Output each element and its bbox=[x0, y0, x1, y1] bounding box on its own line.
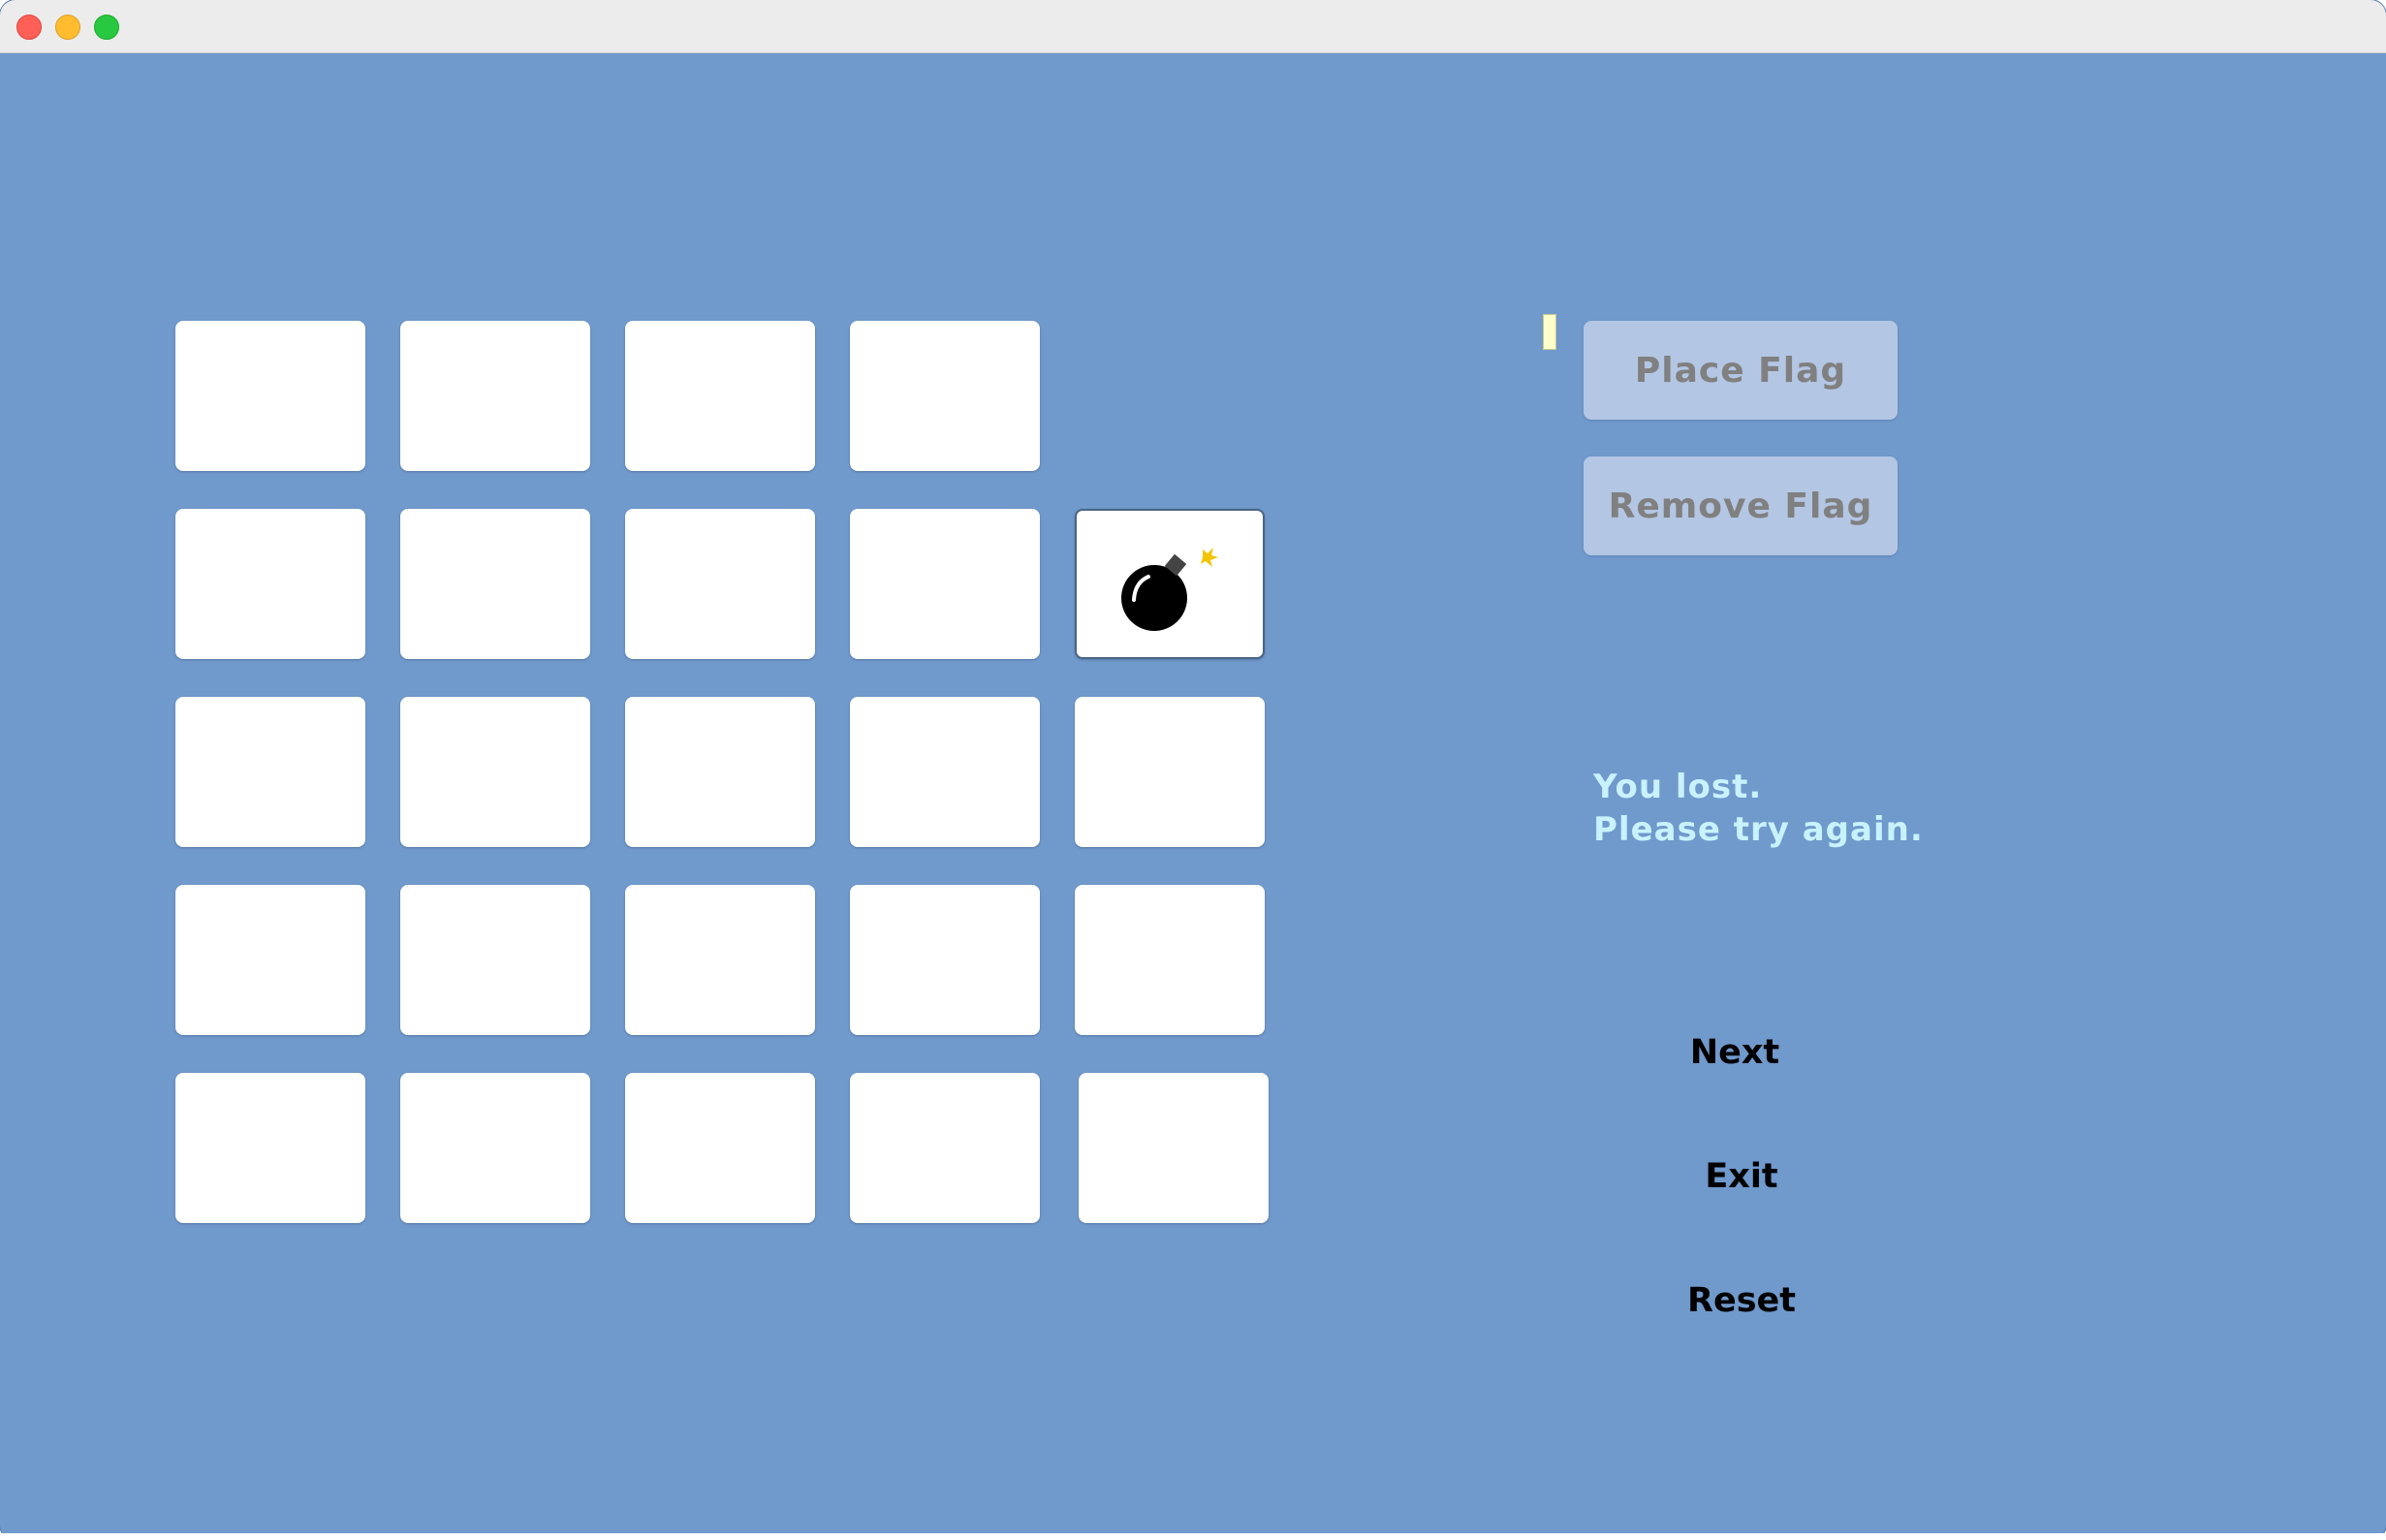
mine-cell[interactable] bbox=[175, 1073, 365, 1223]
mine-cell[interactable] bbox=[175, 697, 365, 847]
status-line-2: Please try again. bbox=[1593, 810, 1924, 849]
game-status-message: You lost. Please try again. bbox=[1593, 766, 1924, 851]
mine-cell[interactable] bbox=[400, 697, 590, 847]
mine-cell[interactable] bbox=[1075, 885, 1265, 1035]
mine-cell[interactable] bbox=[400, 885, 590, 1035]
title-bar bbox=[0, 0, 2386, 53]
mine-cell[interactable] bbox=[625, 697, 815, 847]
mine-cell[interactable] bbox=[1075, 697, 1265, 847]
mine-cell[interactable] bbox=[850, 321, 1040, 471]
mine-cell[interactable] bbox=[850, 1073, 1040, 1223]
close-window-button[interactable] bbox=[16, 15, 42, 40]
mine-cell[interactable] bbox=[175, 509, 365, 659]
mine-cell[interactable] bbox=[850, 697, 1040, 847]
desktop-background-strip bbox=[0, 1533, 2386, 1540]
mine-cell[interactable] bbox=[400, 1073, 590, 1223]
mine-cell[interactable] bbox=[625, 1073, 815, 1223]
mine-cell[interactable] bbox=[625, 509, 815, 659]
mine-cell[interactable] bbox=[850, 509, 1040, 659]
reset-button[interactable]: Reset bbox=[1596, 1279, 1887, 1322]
mine-cell-revealed[interactable] bbox=[1075, 509, 1265, 659]
minimize-window-button[interactable] bbox=[55, 15, 80, 40]
exit-button[interactable]: Exit bbox=[1596, 1155, 1887, 1198]
minefield-board bbox=[175, 321, 1275, 1225]
mine-cell[interactable] bbox=[850, 885, 1040, 1035]
bomb-icon bbox=[1121, 548, 1218, 631]
mine-cell[interactable] bbox=[625, 321, 815, 471]
text-caret bbox=[1543, 314, 1556, 350]
mine-cell[interactable] bbox=[175, 321, 365, 471]
game-window: Place Flag Remove Flag You lost. Please … bbox=[0, 0, 2386, 1540]
maximize-window-button[interactable] bbox=[94, 15, 119, 40]
remove-flag-button[interactable]: Remove Flag bbox=[1584, 456, 1898, 555]
mine-cell[interactable] bbox=[400, 509, 590, 659]
status-line-1: You lost. bbox=[1593, 768, 1763, 806]
next-button[interactable]: Next bbox=[1589, 1031, 1880, 1074]
mine-cell[interactable] bbox=[1079, 1073, 1269, 1223]
place-flag-button[interactable]: Place Flag bbox=[1584, 321, 1898, 420]
mine-cell[interactable] bbox=[625, 885, 815, 1035]
mine-cell[interactable] bbox=[175, 885, 365, 1035]
mine-cell[interactable] bbox=[400, 321, 590, 471]
